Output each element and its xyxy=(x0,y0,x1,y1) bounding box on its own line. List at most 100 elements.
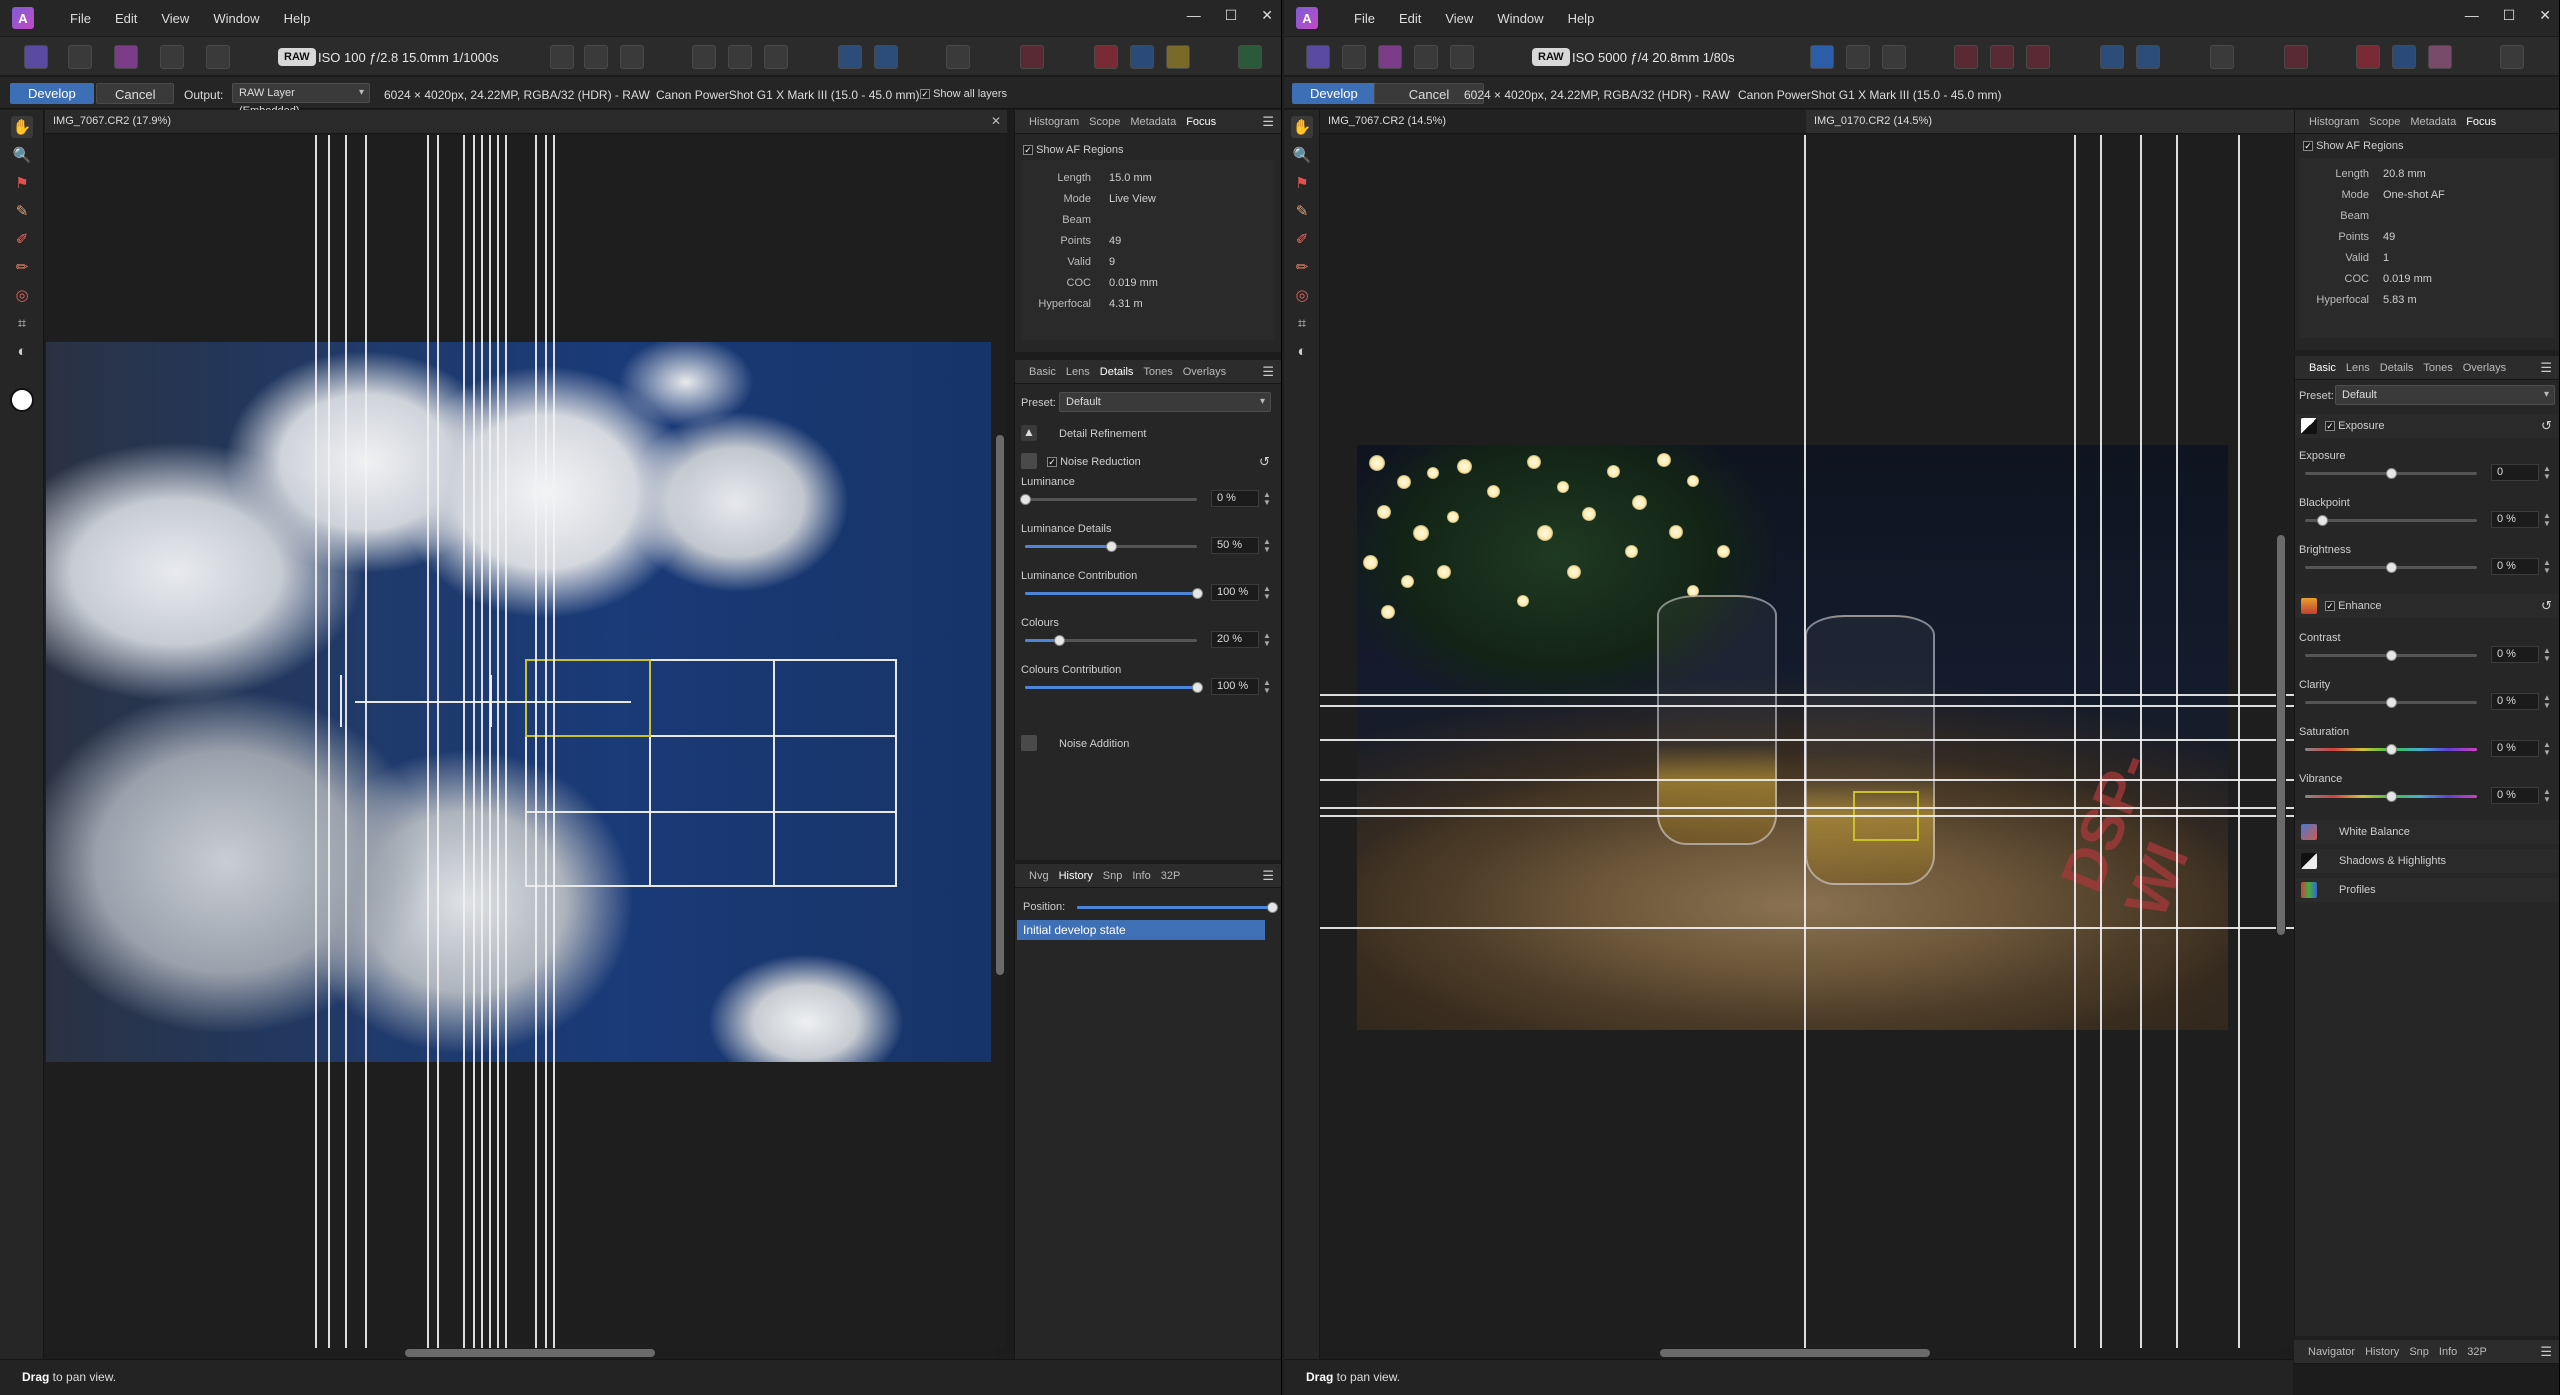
slider-knob[interactable] xyxy=(2386,744,2397,755)
mirror-view-icon[interactable] xyxy=(620,45,644,69)
blemish-tool-icon[interactable]: ✎ xyxy=(1291,200,1313,222)
close-icon[interactable]: ✕ xyxy=(2539,7,2551,24)
photo-persona-icon[interactable] xyxy=(24,45,48,69)
view-icon[interactable] xyxy=(550,45,574,69)
tab-metadata[interactable]: Metadata xyxy=(1130,116,1176,128)
slider-track[interactable] xyxy=(2305,697,2477,708)
tab-basic[interactable]: Basic xyxy=(1029,366,1056,378)
slider-value-field[interactable]: 100 % xyxy=(1211,584,1259,601)
panel-menu-icon[interactable]: ☰ xyxy=(1262,364,1274,380)
tab-scope[interactable]: Scope xyxy=(2369,116,2400,128)
hand-tool-icon[interactable]: ✋ xyxy=(11,116,33,138)
panel-menu-icon[interactable]: ☰ xyxy=(2540,1344,2552,1360)
exposure-section-header[interactable]: ✓ Exposure ↺ xyxy=(2295,414,2559,438)
tab-tones[interactable]: Tones xyxy=(1143,366,1172,378)
menu-help[interactable]: Help xyxy=(1568,11,1595,26)
tab-focus[interactable]: Focus xyxy=(2466,116,2496,128)
brush-tool-icon[interactable]: ✐ xyxy=(11,228,33,250)
photo-persona-icon[interactable] xyxy=(1306,45,1330,69)
brush-tool-icon[interactable]: ✐ xyxy=(1291,228,1313,250)
red-eye-tool-icon[interactable]: ⚑ xyxy=(11,172,33,194)
slider-knob[interactable] xyxy=(2386,697,2397,708)
slider-value-field[interactable]: 0 % xyxy=(1211,490,1259,507)
swatch-red-icon[interactable] xyxy=(1094,45,1118,69)
history-item[interactable]: Initial develop state xyxy=(1017,920,1265,940)
vertical-scroll-thumb[interactable] xyxy=(2277,535,2285,935)
slider-track[interactable] xyxy=(2305,515,2477,526)
history-position-slider[interactable] xyxy=(1077,902,1278,913)
stepper-icon[interactable]: ▲ ▼ xyxy=(2543,512,2551,528)
slider-value-field[interactable]: 0 % xyxy=(2491,693,2539,710)
slider-track[interactable] xyxy=(1025,541,1197,552)
swatch-yellow-icon[interactable] xyxy=(2428,45,2452,69)
maximize-icon[interactable]: ☐ xyxy=(2503,7,2516,24)
tab-basic[interactable]: Basic xyxy=(2309,362,2336,374)
menu-help[interactable]: Help xyxy=(284,11,311,26)
gradient-tool-icon[interactable]: ◎ xyxy=(1291,284,1313,306)
white-balance-section[interactable]: White Balance xyxy=(2295,820,2559,844)
overlay-brush-icon[interactable]: ✏ xyxy=(1291,256,1313,278)
panel-toggle-2-icon[interactable] xyxy=(2136,45,2160,69)
horizontal-scrollbar[interactable] xyxy=(1320,1348,2280,1358)
enhance-section-header[interactable]: ✓ Enhance ↺ xyxy=(2295,594,2559,618)
tab-info[interactable]: Info xyxy=(1132,870,1150,882)
split-view-icon[interactable] xyxy=(1846,45,1870,69)
stepper-icon[interactable]: ▲ ▼ xyxy=(2543,465,2551,481)
reset-icon[interactable]: ↺ xyxy=(1259,454,1270,470)
slider-value-field[interactable]: 0 % xyxy=(2491,511,2539,528)
slider-track[interactable] xyxy=(1025,682,1203,693)
panel-toggle-icon[interactable] xyxy=(2100,45,2124,69)
develop-persona-icon[interactable] xyxy=(1378,45,1402,69)
slider-track[interactable] xyxy=(1025,588,1203,599)
stepper-icon[interactable]: ▲ ▼ xyxy=(2543,694,2551,710)
swatch-yellow-icon[interactable] xyxy=(1166,45,1190,69)
detail-refinement-label[interactable]: Detail Refinement xyxy=(1059,428,1146,440)
tab-lens[interactable]: Lens xyxy=(1066,366,1090,378)
tab-focus[interactable]: Focus xyxy=(1186,116,1216,128)
white-balance-tool-icon[interactable]: ◐ xyxy=(11,340,33,362)
slider-value-field[interactable]: 0 % xyxy=(2491,787,2539,804)
slider-knob[interactable] xyxy=(1192,682,1203,693)
vertical-scroll-thumb[interactable] xyxy=(996,435,1004,975)
show-af-regions-checkbox[interactable]: ✓ Show AF Regions xyxy=(2303,140,2404,152)
red-eye-tool-icon[interactable]: ⚑ xyxy=(1291,172,1313,194)
vertical-scrollbar[interactable] xyxy=(995,135,1005,1349)
exposure-toggle[interactable]: ✓ Exposure xyxy=(2325,420,2385,432)
split-view-icon[interactable] xyxy=(584,45,608,69)
slider-knob[interactable] xyxy=(2386,468,2397,479)
snapping-icon[interactable] xyxy=(2284,45,2308,69)
swatch-red-icon[interactable] xyxy=(2356,45,2380,69)
share-icon[interactable] xyxy=(1450,45,1474,69)
tab-metadata[interactable]: Metadata xyxy=(2410,116,2456,128)
tab-snapshots[interactable]: Snp xyxy=(2409,1346,2429,1358)
vertical-scrollbar[interactable] xyxy=(2276,135,2286,1349)
tab-lens[interactable]: Lens xyxy=(2346,362,2370,374)
slider-track[interactable] xyxy=(2305,468,2477,479)
slider-knob[interactable] xyxy=(1054,635,1066,646)
assistant-icon[interactable] xyxy=(946,45,970,69)
slider-value-field[interactable]: 50 % xyxy=(1211,537,1259,554)
tab-tones[interactable]: Tones xyxy=(2423,362,2452,374)
menu-edit[interactable]: Edit xyxy=(115,11,137,26)
crop-tool-icon[interactable]: ⌗ xyxy=(11,312,33,334)
shadow-clip-icon[interactable] xyxy=(1990,45,2014,69)
enhance-toggle[interactable]: ✓ Enhance xyxy=(2325,600,2382,612)
output-select[interactable]: RAW Layer (Embedded) xyxy=(232,83,370,117)
menu-view[interactable]: View xyxy=(1445,11,1473,26)
slider-track[interactable] xyxy=(2305,562,2477,573)
colour-swatch-icon[interactable] xyxy=(10,388,34,412)
stepper-icon[interactable]: ▲ ▼ xyxy=(1263,679,1271,695)
menu-edit[interactable]: Edit xyxy=(1399,11,1421,26)
assistant-icon[interactable] xyxy=(2210,45,2234,69)
slider-track[interactable] xyxy=(1020,494,1197,505)
slider-track[interactable] xyxy=(2305,744,2477,755)
slider-knob[interactable] xyxy=(1106,541,1117,552)
zoom-tool-icon[interactable]: 🔍 xyxy=(1291,144,1313,166)
preset-select[interactable]: Default xyxy=(2335,385,2555,405)
zoom-tool-icon[interactable]: 🔍 xyxy=(11,144,33,166)
user-account-icon[interactable] xyxy=(2500,45,2524,69)
menu-file[interactable]: File xyxy=(1354,11,1375,26)
slider-knob[interactable] xyxy=(2386,650,2397,661)
highlight-clip-icon[interactable] xyxy=(764,45,788,69)
noise-reduction-toggle[interactable]: ✓ Noise Reduction xyxy=(1047,456,1141,468)
